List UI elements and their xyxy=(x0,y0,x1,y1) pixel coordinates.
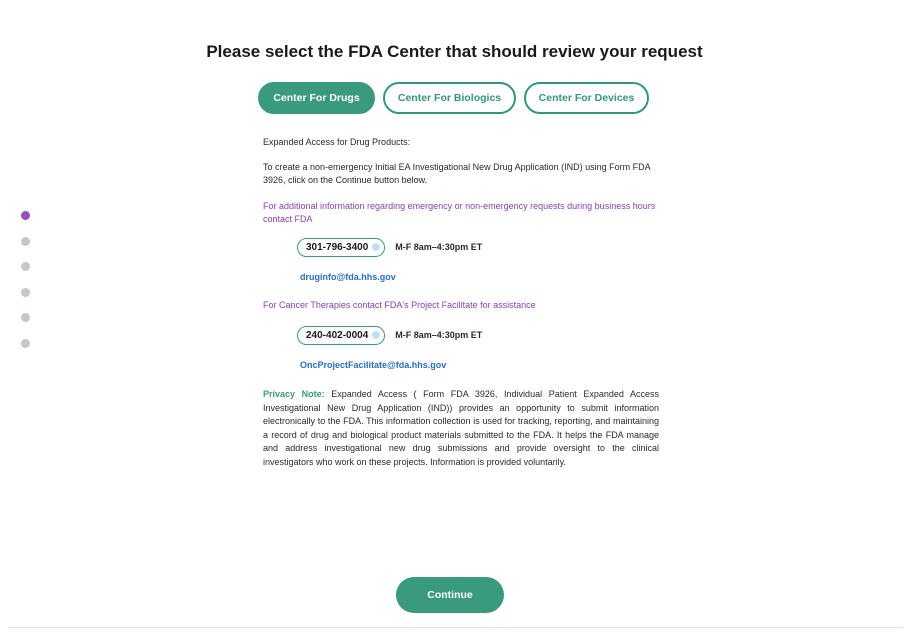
step-indicator xyxy=(21,211,30,364)
intro-text: To create a non-emergency Initial EA Inv… xyxy=(263,162,651,185)
hours-text-1: M-F 8am–4:30pm ET xyxy=(395,242,483,252)
drug-products-panel: Expanded Access for Drug Products: To cr… xyxy=(263,136,659,482)
info-text: For additional information regarding eme… xyxy=(263,201,656,224)
footer-divider xyxy=(8,627,903,628)
tab-center-for-drugs[interactable]: Center For Drugs xyxy=(258,82,375,114)
tab-center-for-biologics[interactable]: Center For Biologics xyxy=(383,82,516,114)
section-heading: Expanded Access for Drug Products: xyxy=(263,137,411,147)
privacy-note-label: Privacy Note: xyxy=(263,389,325,399)
step-dot-2[interactable] xyxy=(21,236,30,246)
phone-icon xyxy=(372,331,381,339)
contact-phone-row-2: 240-402-0004 M-F 8am–4:30pm ET xyxy=(297,326,659,345)
step-dot-6[interactable] xyxy=(21,338,30,348)
phone-number-1: 301-796-3400 xyxy=(306,242,369,253)
center-tabs: Center For Drugs Center For Biologics Ce… xyxy=(258,82,649,114)
hours-text-2: M-F 8am–4:30pm ET xyxy=(395,330,483,340)
continue-button[interactable]: Continue xyxy=(396,577,504,613)
step-dot-4[interactable] xyxy=(21,287,30,297)
step-dot-5[interactable] xyxy=(21,313,30,322)
email-link-druginfo[interactable]: druginfo@fda.hhs.gov xyxy=(300,271,396,284)
cancer-therapies-text: For Cancer Therapies contact FDA's Proje… xyxy=(263,300,536,310)
tab-center-for-devices[interactable]: Center For Devices xyxy=(524,82,649,114)
privacy-note-text: Expanded Access ( Form FDA 3926, Individ… xyxy=(263,389,659,467)
privacy-note: Privacy Note: Expanded Access ( Form FDA… xyxy=(263,388,659,470)
email-link-oncprojectfacilitate[interactable]: OncProjectFacilitate@fda.hhs.gov xyxy=(300,359,446,372)
phone-number-button-1[interactable]: 301-796-3400 xyxy=(297,238,386,257)
step-dot-3[interactable] xyxy=(21,262,30,271)
phone-number-button-2[interactable]: 240-402-0004 xyxy=(297,326,386,345)
phone-number-2: 240-402-0004 xyxy=(306,330,369,341)
phone-icon xyxy=(372,243,381,251)
page-title: Please select the FDA Center that should… xyxy=(206,42,703,61)
contact-phone-row-1: 301-796-3400 M-F 8am–4:30pm ET xyxy=(297,238,659,257)
step-dot-1[interactable] xyxy=(21,211,30,220)
